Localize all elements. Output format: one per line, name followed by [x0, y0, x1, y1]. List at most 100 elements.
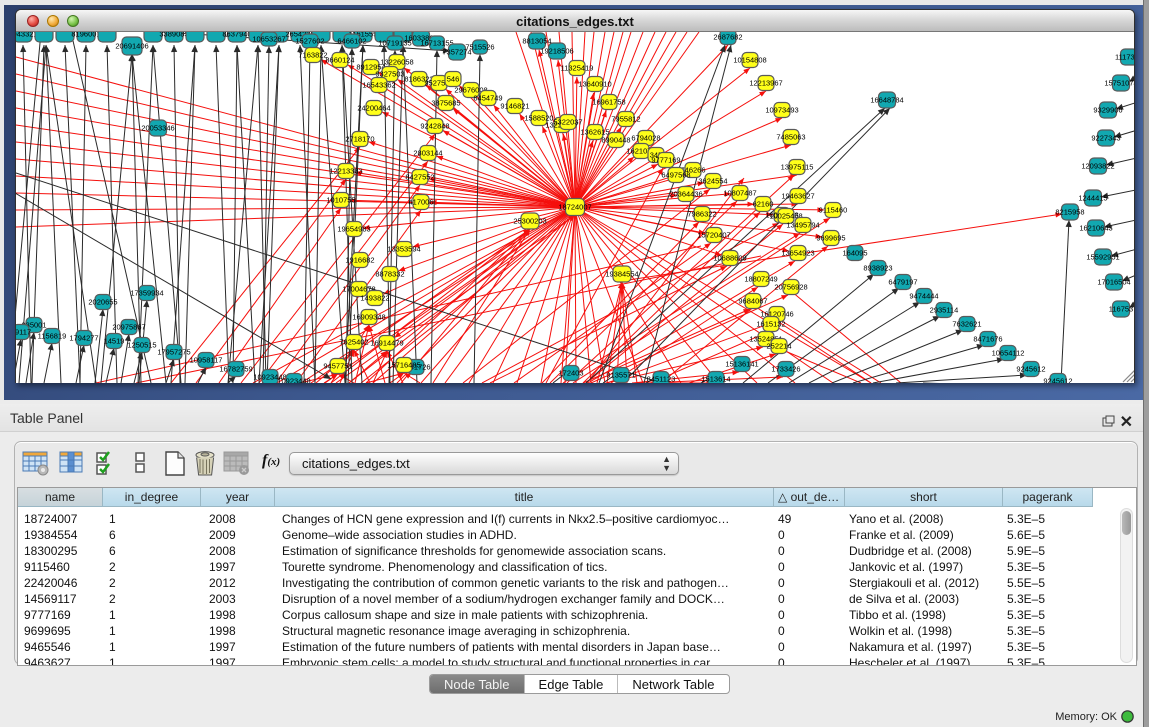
svg-text:1250515: 1250515	[127, 341, 156, 350]
svg-text:9699695: 9699695	[816, 234, 845, 243]
svg-text:8990448: 8990448	[601, 136, 630, 145]
svg-text:13226058: 13226058	[380, 58, 413, 67]
svg-text:8196001: 8196001	[71, 32, 100, 39]
svg-text:3389083: 3389083	[159, 32, 188, 39]
svg-text:18807249: 18807249	[744, 275, 777, 284]
svg-text:19654983: 19654983	[337, 225, 370, 234]
svg-text:10154808: 10154808	[733, 56, 766, 65]
svg-text:9329906: 9329906	[1093, 106, 1122, 115]
svg-text:252214: 252214	[766, 342, 791, 351]
svg-text:20053346: 20053346	[141, 124, 174, 133]
svg-text:1615132: 1615132	[756, 320, 785, 329]
svg-text:20364436: 20364436	[669, 190, 702, 199]
svg-text:16543362: 16543362	[362, 81, 395, 90]
svg-text:14519: 14519	[104, 337, 125, 346]
svg-text:20975867: 20975867	[112, 323, 145, 332]
svg-text:6466102: 6466102	[337, 37, 366, 46]
svg-text:9684067: 9684067	[738, 297, 767, 306]
svg-text:13654923: 13654923	[781, 249, 814, 258]
svg-text:7163822: 7163822	[298, 51, 327, 60]
svg-text:7632621: 7632621	[952, 320, 981, 329]
svg-text:5322037: 5322037	[553, 118, 582, 127]
svg-text:13353594: 13353594	[387, 245, 420, 254]
svg-text:8637940: 8637940	[222, 32, 251, 39]
svg-text:1117334: 1117334	[1115, 53, 1134, 62]
svg-text:164095: 164095	[842, 249, 867, 258]
svg-text:8938923: 8938923	[863, 264, 892, 273]
svg-text:13495794: 13495794	[786, 221, 819, 230]
svg-text:10973493: 10973493	[765, 106, 798, 115]
svg-text:2803144: 2803144	[413, 149, 442, 158]
svg-text:10958117: 10958117	[190, 356, 223, 365]
svg-text:16782759: 16782759	[219, 365, 252, 374]
svg-text:16909348: 16909348	[352, 313, 385, 322]
svg-text:9245612: 9245612	[1016, 365, 1045, 374]
svg-text:10923448: 10923448	[277, 377, 310, 384]
svg-text:62160: 62160	[753, 200, 774, 209]
svg-text:8215958: 8215958	[1055, 208, 1084, 217]
svg-text:10807487: 10807487	[723, 189, 756, 198]
svg-text:16648784: 16648784	[870, 96, 903, 105]
svg-text:13975115: 13975115	[781, 163, 814, 172]
svg-text:8427552: 8427552	[405, 173, 434, 182]
svg-text:18724007: 18724007	[558, 203, 591, 212]
svg-text:19384554: 19384554	[605, 270, 638, 279]
svg-text:15716485: 15716485	[387, 361, 420, 370]
svg-text:19463627: 19463627	[781, 192, 814, 201]
svg-text:17359934: 17359934	[130, 289, 163, 298]
svg-text:16210643: 16210643	[1079, 224, 1112, 233]
svg-text:39117: 39117	[16, 328, 31, 337]
svg-text:1527602: 1527602	[295, 37, 324, 46]
svg-text:13640910: 13640910	[578, 80, 611, 89]
svg-text:7515526: 7515526	[465, 43, 494, 52]
svg-text:10654112: 10654112	[992, 349, 1025, 358]
svg-text:1043321: 1043321	[16, 32, 38, 39]
svg-text:10688609: 10688609	[713, 254, 746, 263]
svg-text:9227343: 9227343	[1091, 134, 1120, 143]
svg-text:417006: 417006	[408, 198, 433, 207]
svg-text:9474444: 9474444	[909, 292, 938, 301]
svg-text:10653267: 10653267	[252, 35, 285, 44]
svg-text:1916682: 1916682	[345, 256, 374, 265]
svg-text:15751074: 15751074	[1104, 79, 1134, 88]
svg-text:1794277: 1794277	[69, 334, 98, 343]
svg-text:12213967: 12213967	[749, 79, 782, 88]
svg-text:9135571: 9135571	[606, 371, 635, 380]
svg-text:7625402: 7625402	[339, 338, 368, 347]
svg-text:16961758: 16961758	[592, 98, 625, 107]
svg-text:12093822: 12093822	[1081, 162, 1114, 171]
svg-text:16914479: 16914479	[370, 339, 403, 348]
svg-text:2687682: 2687682	[713, 33, 742, 42]
svg-text:9777169: 9777169	[651, 156, 680, 165]
svg-text:8454749: 8454749	[473, 94, 502, 103]
svg-text:1244415: 1244415	[1078, 194, 1107, 203]
svg-text:116753: 116753	[1109, 305, 1133, 314]
svg-text:9146821: 9146821	[500, 102, 529, 111]
svg-text:20691406: 20691406	[115, 42, 148, 51]
svg-text:1156819: 1156819	[38, 332, 67, 341]
svg-text:8813054: 8813054	[522, 37, 551, 46]
svg-text:7986322: 7986322	[687, 210, 716, 219]
svg-text:6794028: 6794028	[631, 134, 660, 143]
svg-text:3875685: 3875685	[431, 99, 460, 108]
svg-text:19218506: 19218506	[540, 47, 573, 56]
svg-text:2020655: 2020655	[88, 298, 117, 307]
svg-text:17016504: 17016504	[1097, 278, 1130, 287]
svg-text:1733426: 1733426	[771, 365, 800, 374]
svg-text:1513614: 1513614	[701, 375, 730, 384]
svg-text:12213383: 12213383	[329, 167, 362, 176]
svg-text:8471676: 8471676	[973, 335, 1002, 344]
svg-text:15592951: 15592951	[1086, 253, 1119, 262]
svg-text:11325419: 11325419	[561, 64, 594, 73]
svg-text:9245612: 9245612	[1043, 377, 1072, 384]
svg-text:8660124: 8660124	[325, 56, 354, 65]
svg-text:2718170: 2718170	[345, 135, 374, 144]
svg-text:1493822: 1493822	[360, 294, 389, 303]
svg-text:9242848: 9242848	[420, 122, 449, 131]
svg-text:6497568: 6497568	[661, 171, 690, 180]
svg-text:24200464: 24200464	[357, 104, 390, 113]
svg-text:2935114: 2935114	[930, 306, 959, 315]
svg-text:20756928: 20756928	[774, 283, 807, 292]
svg-text:6479197: 6479197	[888, 278, 917, 287]
svg-text:546: 546	[447, 75, 460, 84]
